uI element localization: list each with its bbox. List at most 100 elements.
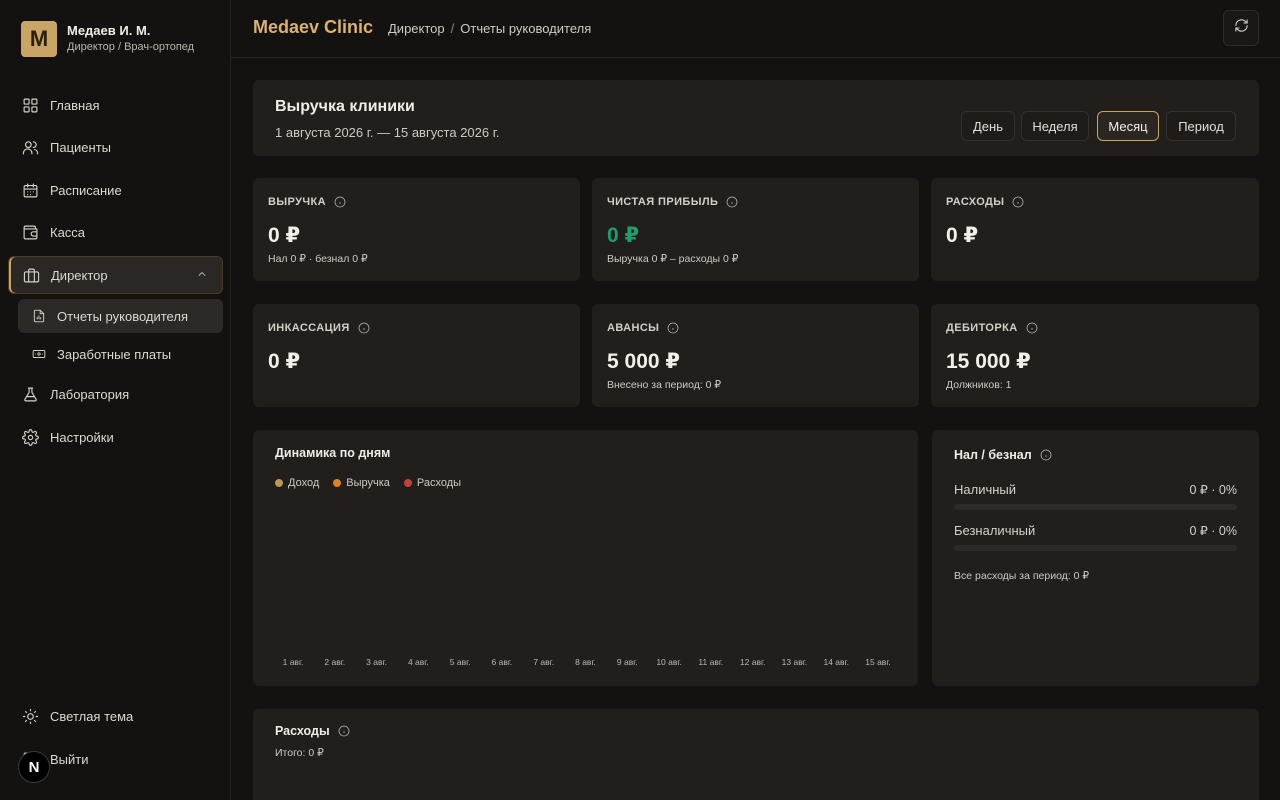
banknote-icon xyxy=(32,347,46,361)
info-icon[interactable] xyxy=(667,322,679,334)
breadcrumb: Директор / Отчеты руководителя xyxy=(388,21,591,36)
chart-plot-area xyxy=(281,505,893,650)
period-day-button[interactable]: День xyxy=(961,111,1015,141)
theme-toggle-label: Светлая тема xyxy=(50,708,134,724)
sidebar-item-label: Лаборатория xyxy=(50,386,130,402)
file-report-icon xyxy=(32,309,46,323)
users-icon xyxy=(22,139,39,156)
sidebar-item-cashbox[interactable]: Касса xyxy=(8,214,223,250)
expenses-total: Итого: 0 ₽ xyxy=(275,747,324,759)
kpi-label: ИНКАССАЦИЯ xyxy=(268,322,350,334)
legend-item-revenue[interactable]: Выручка xyxy=(333,477,390,489)
legend-swatch xyxy=(333,479,342,487)
kpi-card-receivables: ДЕБИТОРКА 15 000 ₽ Должников: 1 xyxy=(931,304,1259,407)
breadcrumb-current: Отчеты руководителя xyxy=(460,21,592,36)
daily-dynamics-chart: Динамика по дням Доход Выручка Расходы 1… xyxy=(253,430,918,686)
info-icon[interactable] xyxy=(1026,322,1038,334)
sidebar-item-label: Пациенты xyxy=(50,139,111,155)
info-icon[interactable] xyxy=(1012,196,1024,208)
sidebar-item-director[interactable]: Директор xyxy=(8,256,223,294)
sidebar-item-label: Настройки xyxy=(50,429,114,445)
user-role: Директор / Врач-ортопед xyxy=(67,41,195,53)
logout-label: Выйти xyxy=(50,751,89,767)
flask-icon xyxy=(22,386,39,403)
x-tick-label: 14 авг. xyxy=(823,657,849,667)
legend-swatch xyxy=(403,479,412,487)
sidebar-subitem-salaries[interactable]: Заработные платы xyxy=(18,337,223,371)
kpi-value: 0 ₽ xyxy=(607,224,640,247)
refresh-button[interactable] xyxy=(1223,10,1259,46)
x-tick-label: 12 авг. xyxy=(739,657,766,667)
info-icon[interactable] xyxy=(1040,449,1052,461)
kpi-label: ЧИСТАЯ ПРИБЫЛЬ xyxy=(607,196,719,208)
card-value: 0 ₽ · 0% xyxy=(1189,524,1237,538)
cash-label: Наличный xyxy=(954,482,1017,497)
user-profile[interactable]: M Медаев И. М. Директор / Врач-ортопед xyxy=(21,21,194,57)
info-icon[interactable] xyxy=(726,196,738,208)
sidebar-item-label: Заработные платы xyxy=(57,346,172,362)
user-name: Медаев И. М. xyxy=(67,23,151,38)
briefcase-icon xyxy=(23,267,40,284)
date-range: 1 августа 2026 г. — 15 августа 2026 г. xyxy=(275,125,500,140)
sidebar-item-schedule[interactable]: Расписание xyxy=(8,172,223,208)
legend-label: Доход xyxy=(288,477,320,489)
x-tick-label: 4 авг. xyxy=(407,657,429,667)
legend-swatch xyxy=(275,479,283,487)
x-tick-label: 15 авг. xyxy=(865,657,891,667)
kpi-label: АВАНСЫ xyxy=(607,322,660,334)
x-tick-label: 13 авг. xyxy=(781,657,808,667)
x-tick-label: 9 авг. xyxy=(616,657,638,667)
x-tick-label: 10 авг. xyxy=(656,657,682,667)
chevron-up-icon[interactable] xyxy=(196,268,208,280)
kpi-subtext: Внесено за период: 0 ₽ xyxy=(607,379,722,391)
wallet-icon xyxy=(22,224,39,241)
x-tick-label: 8 авг. xyxy=(575,657,596,667)
sun-icon xyxy=(22,708,39,725)
sidebar-item-settings[interactable]: Настройки xyxy=(8,419,223,455)
sidebar-item-lab[interactable]: Лаборатория xyxy=(8,376,223,412)
period-week-button[interactable]: Неделя xyxy=(1021,111,1089,141)
info-icon[interactable] xyxy=(338,725,350,737)
x-tick-label: 7 авг. xyxy=(533,657,555,667)
x-tick-label: 2 авг. xyxy=(324,657,346,667)
sidebar-subitem-reports[interactable]: Отчеты руководителя xyxy=(18,299,223,333)
kpi-label: РАСХОДЫ xyxy=(946,196,1005,208)
sidebar-item-patients[interactable]: Пациенты xyxy=(8,129,223,165)
kpi-subtext: Выручка 0 ₽ – расходы 0 ₽ xyxy=(607,253,739,265)
kpi-value: 5 000 ₽ xyxy=(607,350,680,373)
avatar: M xyxy=(21,21,57,57)
theme-toggle[interactable]: Светлая тема xyxy=(8,698,223,734)
kpi-subtext: Нал 0 ₽ · безнал 0 ₽ xyxy=(268,253,368,265)
expenses-note: Все расходы за период: 0 ₽ xyxy=(954,570,1090,582)
period-custom-button[interactable]: Период xyxy=(1166,111,1236,141)
card-title: Нал / безнал xyxy=(954,448,1032,462)
kpi-card-advances: АВАНСЫ 5 000 ₽ Внесено за период: 0 ₽ xyxy=(592,304,919,407)
calendar-icon xyxy=(22,182,39,199)
sidebar-item-label: Отчеты руководителя xyxy=(57,308,188,324)
legend-item-income[interactable]: Доход xyxy=(275,477,319,489)
legend-item-expenses[interactable]: Расходы xyxy=(403,477,461,489)
kpi-value: 0 ₽ xyxy=(268,350,301,373)
kpi-card-revenue: ВЫРУЧКА 0 ₽ Нал 0 ₽ · безнал 0 ₽ xyxy=(253,178,580,281)
card-row: Безналичный 0 ₽ · 0% xyxy=(954,523,1237,538)
kpi-value: 0 ₽ xyxy=(946,224,979,247)
sidebar-item-label: Касса xyxy=(50,224,86,240)
gear-icon xyxy=(22,428,39,446)
kpi-value: 15 000 ₽ xyxy=(946,350,1031,373)
brand-title[interactable]: Medaev Clinic xyxy=(253,17,373,38)
page-title: Выручка клиники xyxy=(275,98,415,115)
card-label: Безналичный xyxy=(954,523,1036,538)
x-tick-label: 3 авг. xyxy=(366,657,387,667)
x-tick-label: 6 авг. xyxy=(491,657,513,667)
cash-row: Наличный 0 ₽ · 0% xyxy=(954,482,1237,497)
sidebar-item-label: Расписание xyxy=(50,182,122,198)
x-axis: 1 авг. 2 авг. 3 авг. 4 авг. 5 авг. 6 авг. 7 ав… xyxy=(253,657,918,669)
dev-tools-badge[interactable]: N xyxy=(18,751,50,783)
kpi-subtext: Должников: 1 xyxy=(946,379,1012,391)
period-month-button[interactable]: Месяц xyxy=(1097,111,1159,141)
info-icon[interactable] xyxy=(334,196,346,208)
expenses-card: Расходы Итого: 0 ₽ xyxy=(253,709,1259,800)
info-icon[interactable] xyxy=(358,322,370,334)
breadcrumb-director[interactable]: Директор xyxy=(388,21,445,36)
sidebar-item-home[interactable]: Главная xyxy=(8,87,223,123)
